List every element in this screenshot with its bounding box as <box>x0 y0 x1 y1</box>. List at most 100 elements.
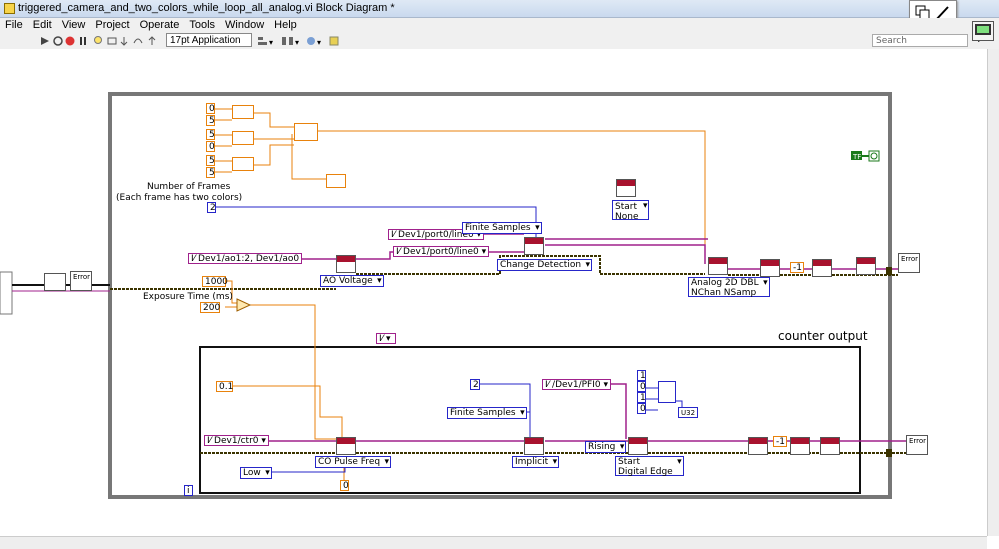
initial-delay-const[interactable]: 0 <box>340 480 349 491</box>
bool-array-const[interactable]: 1 <box>637 370 646 381</box>
array-const[interactable]: 5 <box>206 155 215 166</box>
edge-rising-ring[interactable]: Rising <box>585 441 627 453</box>
sample-mode-ring-bottom[interactable]: Finite Samples <box>447 407 527 419</box>
timeout-const-top[interactable]: -1 <box>790 262 804 273</box>
start-digital-line2: Digital Edge <box>618 467 673 477</box>
number-of-frames-const[interactable]: 2 <box>207 202 216 213</box>
counter-output-label: counter output <box>778 329 868 343</box>
menu-view[interactable]: View <box>57 18 91 31</box>
timing-implicit-ring[interactable]: Implicit <box>512 456 560 468</box>
simple-error-handler-node[interactable]: Error <box>898 253 920 273</box>
physical-channel-icon: I⁄ <box>191 254 196 264</box>
step-out-icon[interactable] <box>148 36 156 45</box>
daqmx-start-task-node[interactable] <box>760 259 780 277</box>
daqmx-wait-co-node[interactable] <box>790 437 810 455</box>
change-detection-ring[interactable]: Change Detection <box>497 259 593 271</box>
vi-connector-icon[interactable] <box>972 21 994 41</box>
block-diagram-canvas[interactable]: TF 0 5 5 0 5 5 Number of Frames (Each fr… <box>0 49 987 536</box>
daqmx-trigger-node[interactable] <box>616 179 636 197</box>
array-const[interactable]: 5 <box>206 129 215 140</box>
pfi-terminal-const[interactable]: I⁄ /Dev1/PFI0 ▾ <box>542 379 612 390</box>
title-bar: triggered_camera_and_two_colors_while_lo… <box>0 0 999 18</box>
daqmx-clear-task-node[interactable] <box>856 257 876 275</box>
error-handler-label: Error <box>901 255 919 263</box>
build-array-bool-node[interactable] <box>658 381 676 403</box>
menu-help[interactable]: Help <box>269 18 302 31</box>
start-digital-edge-ring[interactable]: Start Digital Edge <box>615 456 684 477</box>
daqmx-read-node[interactable] <box>708 257 728 275</box>
build-array-2d-node[interactable] <box>294 123 318 141</box>
stop-terminal: TF <box>851 150 880 162</box>
number-of-frames-label: Number of Frames <box>147 182 231 192</box>
array-const[interactable]: 0 <box>206 103 215 114</box>
menu-tools[interactable]: Tools <box>184 18 220 31</box>
array-indicator-node[interactable] <box>326 174 346 188</box>
idle-state-ring[interactable]: Low <box>240 467 272 479</box>
build-array-node[interactable] <box>232 157 254 171</box>
task-ref-const[interactable]: I⁄ ▾ <box>376 333 396 344</box>
menu-project[interactable]: Project <box>90 18 134 31</box>
bool-array-const[interactable]: 0 <box>637 403 646 414</box>
distribute-objects-icon[interactable]: ▾ <box>282 37 299 47</box>
simple-error-handler-node[interactable]: Error <box>70 271 92 291</box>
bool-array-const[interactable]: 0 <box>637 381 646 392</box>
ctr-channel-const[interactable]: I⁄ Dev1/ctr0 ▾ <box>204 435 269 446</box>
frequency-const[interactable]: 0.1 <box>216 381 233 392</box>
menu-bar: File Edit View Project Operate Tools Window Hel… <box>0 18 999 33</box>
daqmx-wait-until-done-node[interactable] <box>812 259 832 277</box>
build-array-node[interactable] <box>232 131 254 145</box>
toolbar: ▾ ▾ ▾ <box>0 33 999 50</box>
step-over-icon[interactable] <box>133 38 143 44</box>
daqmx-clear-co-node[interactable] <box>820 437 840 455</box>
step-into-icon[interactable] <box>120 37 128 46</box>
ao-channel-text: Dev1/ao1:2, Dev1/ao0 <box>198 254 300 264</box>
line-channel-const-b[interactable]: I⁄ Dev1/port0/line0 ▾ <box>393 246 490 257</box>
samples-const[interactable]: 2 <box>470 379 480 390</box>
ao-voltage-ring[interactable]: AO Voltage <box>320 275 384 287</box>
error-handler-label: Error <box>909 437 927 445</box>
menu-edit[interactable]: Edit <box>28 18 57 31</box>
build-array-node[interactable] <box>232 105 254 119</box>
bool-array-const[interactable]: 1 <box>637 392 646 403</box>
run-arrow-icon[interactable] <box>41 37 49 45</box>
pause-icon[interactable] <box>80 37 86 45</box>
simple-error-handler-node[interactable]: Error <box>906 435 928 455</box>
array-const[interactable]: 5 <box>206 167 215 178</box>
highlight-execution-icon[interactable] <box>94 36 102 44</box>
ao-channel-const[interactable]: I⁄ Dev1/ao1:2, Dev1/ao0 <box>188 253 303 264</box>
start-digital-line1: Start <box>618 457 640 467</box>
divide-node-icon[interactable] <box>236 298 252 312</box>
co-pulse-freq-ring[interactable]: CO Pulse Freq <box>315 456 392 468</box>
reorder-icon[interactable]: ▾ <box>307 37 321 47</box>
daqmx-start-trigger-node[interactable] <box>628 437 648 455</box>
abort-icon[interactable] <box>65 36 75 46</box>
exposure-const-1000[interactable]: 1000 <box>202 276 228 287</box>
cleanup-diagram-icon[interactable] <box>329 36 339 46</box>
right-tunnel <box>886 267 892 275</box>
exposure-const-200[interactable]: 200 <box>200 302 220 313</box>
daqmx-create-channel-co-node[interactable] <box>336 437 356 455</box>
u32-indicator: U32 <box>678 407 699 418</box>
horizontal-scrollbar[interactable] <box>0 536 987 549</box>
bundle-node[interactable] <box>44 273 66 291</box>
font-selector[interactable]: 17pt Application Font <box>166 33 252 60</box>
daqmx-timing-implicit-node[interactable] <box>524 437 544 455</box>
menu-operate[interactable]: Operate <box>135 18 185 31</box>
start-none-ring[interactable]: Start None <box>612 200 650 222</box>
retain-wire-values-icon[interactable] <box>107 37 117 45</box>
align-objects-icon[interactable]: ▾ <box>258 37 273 47</box>
sample-mode-ring-top[interactable]: Finite Samples <box>462 222 542 234</box>
timeout-const-bottom[interactable]: -1 <box>773 436 787 447</box>
left-cluster-node <box>0 271 13 315</box>
daqmx-timing-change-detect-node[interactable] <box>524 237 544 255</box>
array-const[interactable]: 5 <box>206 115 215 126</box>
array-const[interactable]: 0 <box>206 141 215 152</box>
search-input[interactable]: Search <box>872 34 968 47</box>
daqmx-start-task-co-node[interactable] <box>748 437 768 455</box>
menu-file[interactable]: File <box>0 18 28 31</box>
menu-window[interactable]: Window <box>220 18 269 31</box>
daqmx-create-channel-ao-node[interactable] <box>336 255 356 273</box>
run-continuously-icon[interactable] <box>53 36 63 46</box>
analog-read-ring[interactable]: Analog 2D DBL NChan NSamp <box>688 277 770 298</box>
vertical-scrollbar[interactable] <box>987 49 999 536</box>
